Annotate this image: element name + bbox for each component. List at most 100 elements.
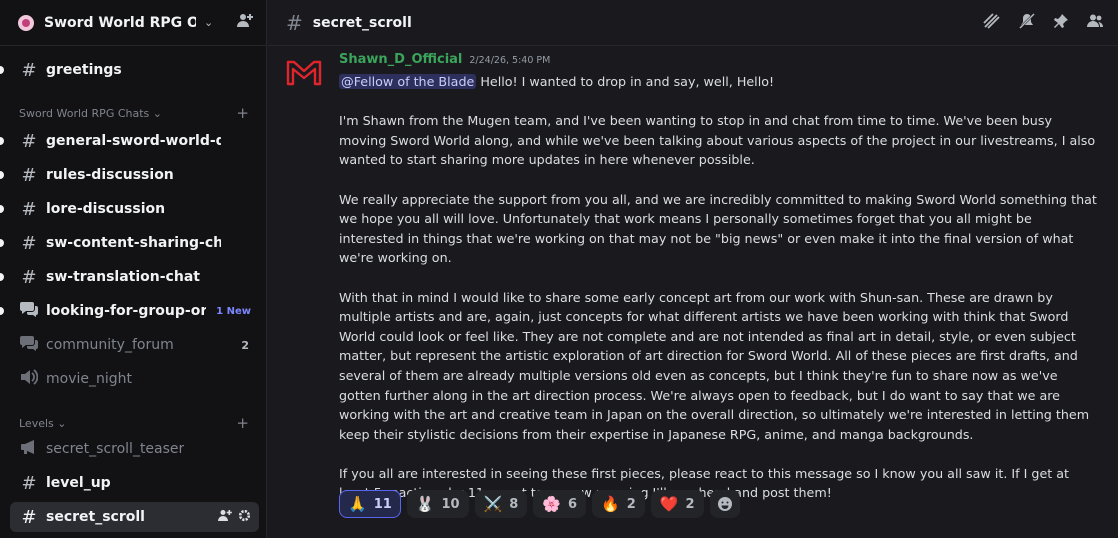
channel-looking-for-group[interactable]: looking-for-group-or-p... 1 New: [0, 296, 259, 326]
message-greeting: Hello! I wanted to drop in and say, well…: [476, 74, 775, 89]
reaction-crossed-swords[interactable]: ⚔️ 8: [474, 490, 528, 518]
notification-muted-icon[interactable]: [1018, 12, 1036, 33]
message-timestamp: 2/24/26, 5:40 PM: [469, 55, 551, 66]
category-levels[interactable]: Levels ⌄ +: [19, 414, 249, 432]
channel-label: sw-translation-chat: [46, 269, 200, 285]
reaction-pray[interactable]: 🙏 11: [339, 490, 401, 518]
forum-icon: [19, 335, 39, 356]
add-channel-icon[interactable]: +: [236, 414, 249, 432]
channel-label: secret_scroll_teaser: [46, 441, 185, 457]
member-list-icon[interactable]: [1086, 13, 1104, 33]
reaction-emoji: 🙏: [348, 495, 367, 513]
role-mention[interactable]: @Fellow of the Blade: [339, 74, 477, 89]
reaction-heart[interactable]: ❤️ 2: [650, 490, 704, 518]
chevron-down-icon[interactable]: ⌄: [204, 16, 213, 29]
hash-icon: #: [286, 10, 303, 35]
message-paragraph: We really appreciate the support from yo…: [339, 191, 1097, 266]
hash-icon: #: [21, 506, 37, 528]
reaction-emoji: ❤️: [659, 495, 679, 513]
channel-label: level_up: [46, 475, 111, 491]
create-invite-icon[interactable]: [218, 509, 232, 525]
hash-icon: #: [21, 59, 37, 81]
message-header: Shawn_D_Official 2/24/26, 5:40 PM: [339, 52, 1099, 72]
hash-icon: #: [21, 232, 37, 254]
message-body: Shawn_D_Official 2/24/26, 5:40 PM @Fello…: [339, 52, 1099, 503]
channel-label: greetings: [46, 62, 122, 78]
channel-greetings[interactable]: # greetings: [0, 55, 259, 85]
category-label: Sword World RPG Chats ⌄: [19, 106, 162, 120]
reaction-count: 11: [373, 496, 392, 512]
channel-level-up[interactable]: # level_up: [10, 468, 259, 498]
message-paragraph: I'm Shawn from the Mugen team, and I've …: [339, 113, 1096, 168]
unread-indicator: [0, 273, 4, 281]
category-label: Levels ⌄: [19, 416, 67, 430]
unread-indicator: [0, 137, 4, 145]
hash-icon: #: [21, 472, 37, 494]
channel-secret-scroll[interactable]: # secret_scroll: [10, 502, 259, 532]
server-name: Sword World RPG Offi...: [44, 14, 196, 31]
reaction-count: 2: [626, 496, 636, 512]
channel-header: # secret_scroll: [268, 0, 1118, 46]
threads-icon[interactable]: [983, 12, 1001, 33]
channel-title: secret_scroll: [312, 14, 412, 31]
reaction-emoji: ⚔️: [483, 495, 503, 513]
channel-sw-content-sharing[interactable]: # sw-content-sharing-channel: [0, 228, 259, 258]
channel-label: movie_night: [46, 371, 133, 387]
channel-secret-scroll-teaser[interactable]: secret_scroll_teaser: [10, 434, 259, 464]
reaction-emoji: 🌸: [542, 495, 561, 513]
announcement-icon: [19, 439, 39, 460]
speaker-icon: [19, 368, 39, 390]
channel-rules-discussion[interactable]: # rules-discussion: [0, 160, 259, 190]
channel-sidebar: Sword World RPG Offi... ⌄ # greetings Sw…: [0, 0, 267, 538]
author-avatar[interactable]: [286, 60, 322, 86]
hash-icon: #: [21, 164, 37, 186]
author-name[interactable]: Shawn_D_Official: [339, 52, 462, 67]
header-toolbar: [983, 12, 1104, 33]
channel-actions: [218, 509, 251, 525]
hash-icon: #: [21, 130, 37, 152]
add-channel-icon[interactable]: +: [236, 104, 249, 122]
unread-indicator: [0, 66, 4, 74]
forum-icon: [19, 301, 39, 322]
channel-movie-night[interactable]: movie_night: [10, 364, 259, 394]
channel-label: community_forum: [46, 337, 174, 353]
reaction-count: 6: [567, 496, 578, 512]
reaction-bar: 🙏 11 🐰 10 ⚔️ 8 🌸 6 🔥 2 ❤️ 2: [339, 490, 740, 518]
reaction-emoji: 🐰: [415, 495, 435, 513]
channel-label: secret_scroll: [46, 509, 145, 525]
new-badge: 1 New: [216, 305, 251, 317]
pin-icon[interactable]: [1053, 13, 1069, 33]
unread-indicator: [0, 307, 4, 315]
reaction-custom-art[interactable]: 🌸 6: [533, 490, 587, 518]
message-first-line: @Fellow of the Blade Hello! I wanted to …: [339, 72, 1099, 92]
reaction-count: 10: [441, 496, 460, 512]
reaction-count: 8: [509, 496, 519, 512]
channel-community-forum[interactable]: community_forum 2: [10, 330, 259, 360]
reaction-rabbit[interactable]: 🐰 10: [406, 490, 469, 518]
hash-icon: #: [21, 266, 37, 288]
gear-icon[interactable]: [238, 509, 251, 525]
server-header[interactable]: Sword World RPG Offi... ⌄: [0, 0, 266, 46]
server-icon: [18, 14, 34, 31]
channel-label: sw-content-sharing-channel: [46, 235, 221, 251]
channel-label: rules-discussion: [46, 167, 174, 183]
add-reaction-icon[interactable]: [709, 490, 740, 518]
channel-general-sword-world-discussion[interactable]: # general-sword-world-discuss...: [0, 126, 259, 156]
channel-label: general-sword-world-discuss...: [46, 133, 221, 149]
mention-count: 2: [241, 338, 249, 352]
category-sword-world-rpg-chats[interactable]: Sword World RPG Chats ⌄ +: [19, 104, 249, 122]
channel-label: lore-discussion: [46, 201, 166, 217]
message-paragraph: With that in mind I would like to share …: [339, 289, 1090, 442]
reaction-count: 2: [685, 496, 695, 512]
unread-indicator: [0, 239, 4, 247]
reaction-fire[interactable]: 🔥 2: [592, 490, 645, 518]
unread-indicator: [0, 171, 4, 179]
hash-icon: #: [21, 198, 37, 220]
add-member-icon[interactable]: [237, 13, 254, 32]
channel-label: looking-for-group-or-p...: [46, 303, 206, 319]
reaction-emoji: 🔥: [601, 495, 620, 513]
channel-sw-translation-chat[interactable]: # sw-translation-chat: [0, 262, 259, 292]
unread-indicator: [0, 205, 4, 213]
channel-lore-discussion[interactable]: # lore-discussion: [0, 194, 259, 224]
message-content: @Fellow of the Blade Hello! I wanted to …: [339, 72, 1099, 503]
